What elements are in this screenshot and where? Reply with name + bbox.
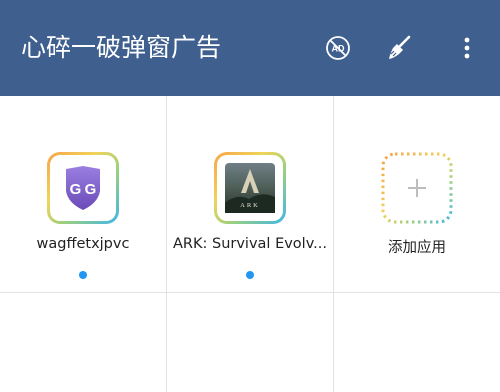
- svg-text:G: G: [70, 181, 82, 198]
- add-app-frame: [381, 152, 453, 224]
- plus-icon: [408, 179, 426, 197]
- app-label: ARK: Survival Evolv...: [173, 236, 327, 252]
- broom-icon: [389, 35, 411, 59]
- app-item-wagffetxjpvc[interactable]: G G wagffetxjpvc: [0, 96, 166, 292]
- svg-text:ARK: ARK: [240, 202, 260, 209]
- empty-slot: [0, 293, 166, 392]
- more-options-button[interactable]: [449, 30, 485, 66]
- toolbar: 心碎一破弹窗广告 AD: [0, 0, 500, 96]
- page-title: 心碎一破弹窗广告: [21, 33, 222, 62]
- ad-block-button[interactable]: AD: [320, 30, 356, 66]
- app-icon-frame: G G: [47, 152, 119, 224]
- game-guardian-icon: G G: [66, 166, 100, 210]
- app-icon-frame: ARK: [214, 152, 286, 224]
- clean-button[interactable]: [381, 30, 417, 66]
- svg-text:G: G: [85, 181, 97, 198]
- running-indicator: [79, 271, 87, 279]
- add-app-label: 添加应用: [388, 240, 446, 256]
- empty-slot: [334, 293, 500, 392]
- empty-slot: [167, 293, 333, 392]
- app-item-ark[interactable]: ARK ARK: Survival Evolv...: [167, 96, 333, 292]
- more-vert-icon: [464, 37, 470, 59]
- ad-block-icon: AD: [326, 36, 350, 60]
- app-label: wagffetxjpvc: [36, 236, 130, 252]
- ark-survival-icon: ARK: [225, 163, 275, 213]
- add-app-button[interactable]: 添加应用: [334, 96, 500, 292]
- app-grid: G G wagffetxjpvc ARK ARK: Survival Evolv…: [0, 96, 500, 392]
- running-indicator: [246, 271, 254, 279]
